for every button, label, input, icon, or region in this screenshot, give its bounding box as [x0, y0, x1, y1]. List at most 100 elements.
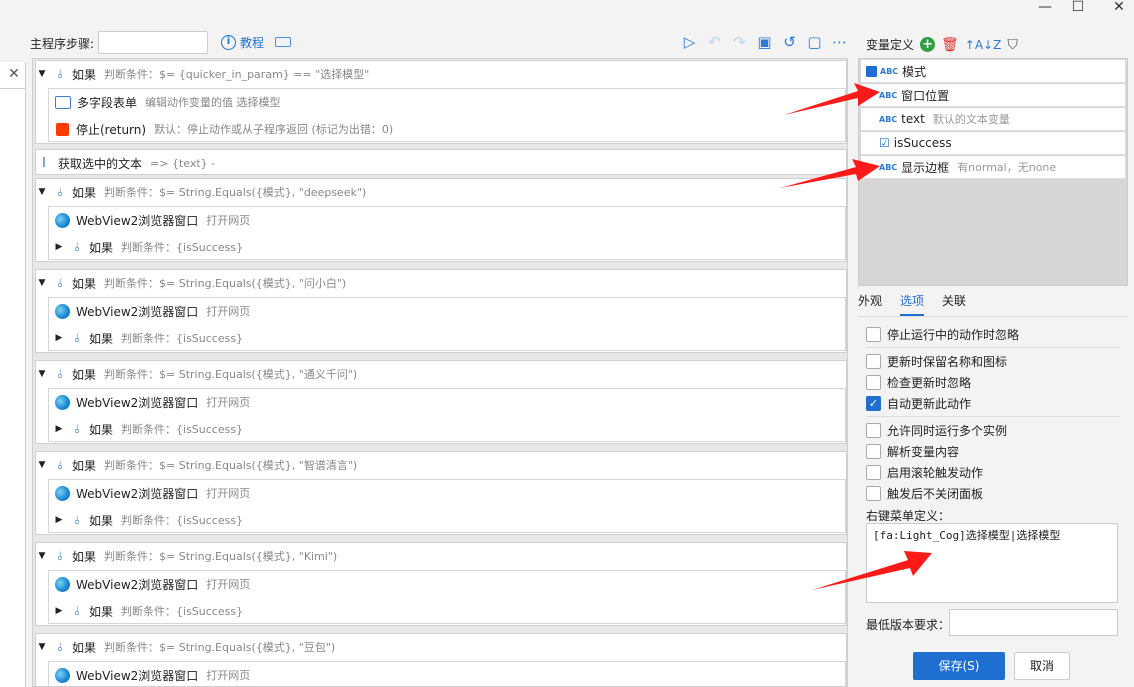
- collapse-icon[interactable]: ▼: [36, 369, 48, 379]
- child-step[interactable]: 多字段表单 编辑动作变量的值 选择模型: [49, 89, 281, 115]
- option-checkbox[interactable]: 启用滚轮触发动作: [866, 464, 983, 481]
- options-divider: [866, 416, 1120, 417]
- save-button[interactable]: 保存(S): [913, 652, 1005, 680]
- variable-row[interactable]: ABC text 默认的文本变量: [861, 108, 1125, 131]
- step-block[interactable]: ▼ ⫰ 如果 判断条件：$= String.Equals({模式}, "通义千问") W…: [35, 360, 847, 444]
- sort-icon[interactable]: ↑A↓Z: [965, 38, 1002, 52]
- collapse-icon[interactable]: ▼: [36, 187, 48, 197]
- history-icon[interactable]: ↺: [780, 33, 799, 52]
- child-step[interactable]: WebView2浏览器窗口 打开网页: [49, 480, 250, 506]
- maximize-button[interactable]: ☐: [1063, 0, 1093, 16]
- more-icon[interactable]: ⋯: [830, 33, 849, 52]
- child-step[interactable]: ▶ ⫰ 如果 判断条件：{isSuccess}: [49, 325, 244, 351]
- child-step[interactable]: WebView2浏览器窗口 打开网页: [49, 207, 250, 233]
- child-step[interactable]: ▶ ⫰ 如果 判断条件：{isSuccess}: [49, 507, 244, 533]
- step-keyword: WebView2浏览器窗口: [76, 304, 199, 319]
- variable-name: 窗口位置: [901, 88, 950, 103]
- collapse-icon[interactable]: ▼: [36, 642, 48, 652]
- cancel-button[interactable]: 取消: [1014, 652, 1070, 680]
- save-icon[interactable]: ▣: [755, 33, 774, 52]
- close-window-button[interactable]: ✕: [1104, 0, 1134, 16]
- step-block[interactable]: ▼ ⫰ 如果 判断条件：$= String.Equals({模式}, "智谱清言") W…: [35, 451, 847, 535]
- variable-row[interactable]: ABC 模式: [861, 60, 1125, 83]
- step-children: WebView2浏览器窗口 打开网页 ▶ ⫰ 如果 判断条件：{isSuccess}: [48, 206, 846, 260]
- tab-options[interactable]: 选项: [900, 292, 925, 316]
- step-keyword: 如果: [72, 367, 97, 382]
- step-header[interactable]: I 获取选中的文本 => {text} -: [36, 150, 215, 176]
- step-block[interactable]: ▼ ⫰ 如果 判断条件：$= String.Equals({模式}, "deepsee…: [35, 178, 847, 262]
- step-keyword: 如果: [89, 422, 114, 437]
- child-step[interactable]: WebView2浏览器窗口 打开网页: [49, 298, 250, 324]
- option-checkbox[interactable]: 触发后不关闭面板: [866, 485, 983, 502]
- collapse-icon[interactable]: ▼: [36, 278, 48, 288]
- step-header[interactable]: ▼ ⫰ 如果 判断条件：$= String.Equals({模式}, "豆包"): [36, 634, 336, 660]
- step-block[interactable]: ▼ ⫰ 如果 判断条件：$= String.Equals({模式}, "问小白") We…: [35, 269, 847, 353]
- type-text-icon: ABC: [880, 66, 899, 76]
- step-header[interactable]: ▼ ⫰ 如果 判断条件：$= String.Equals({模式}, "问小白"): [36, 270, 347, 296]
- collapse-icon[interactable]: ▼: [36, 69, 48, 79]
- step-block[interactable]: ▼ ⫰ 如果 判断条件：$= {quicker_in_param} == "选择模型"…: [35, 60, 847, 144]
- filter-icon[interactable]: ⛉: [1007, 37, 1018, 53]
- step-header[interactable]: ▼ ⫰ 如果 判断条件：$= {quicker_in_param} == "选择模型": [36, 61, 370, 87]
- child-step[interactable]: ▶ ⫰ 如果 判断条件：{isSuccess}: [49, 598, 244, 624]
- checkbox-icon[interactable]: [866, 423, 881, 438]
- expand-icon[interactable]: ▶: [53, 333, 65, 343]
- step-header[interactable]: ▼ ⫰ 如果 判断条件：$= String.Equals({模式}, "通义千问"): [36, 361, 358, 387]
- step-block[interactable]: ▼ ⫰ 如果 判断条件：$= String.Equals({模式}, "Kimi") W…: [35, 542, 847, 626]
- step-block[interactable]: I 获取选中的文本 => {text} -: [35, 149, 847, 175]
- child-step[interactable]: WebView2浏览器窗口 打开网页: [49, 571, 250, 597]
- step-header[interactable]: ▼ ⫰ 如果 判断条件：$= String.Equals({模式}, "智谱清言"): [36, 452, 358, 478]
- close-icon[interactable]: ✕: [4, 64, 24, 84]
- expand-icon[interactable]: ▶: [53, 424, 65, 434]
- variable-row[interactable]: ABC 窗口位置: [861, 84, 1125, 107]
- note-icon[interactable]: ▢: [805, 33, 824, 52]
- expand-icon[interactable]: ▶: [53, 242, 65, 252]
- tab-related[interactable]: 关联: [942, 292, 966, 316]
- checkbox-icon[interactable]: [866, 465, 881, 480]
- child-step[interactable]: ▶ ⫰ 如果 判断条件：{isSuccess}: [49, 234, 244, 260]
- child-step[interactable]: 停止(return) 默认：停止动作或从子程序返回 (标记为出错：0): [49, 116, 393, 142]
- add-variable-icon[interactable]: +: [920, 37, 936, 52]
- checkbox-icon[interactable]: [866, 327, 881, 342]
- option-checkbox[interactable]: 解析变量内容: [866, 443, 959, 460]
- checkbox-checked-icon[interactable]: ✓: [866, 396, 881, 411]
- child-step[interactable]: WebView2浏览器窗口 打开网页: [49, 389, 250, 415]
- option-checkbox[interactable]: 允许同时运行多个实例: [866, 422, 1007, 439]
- left-side-panel: ✕: [0, 62, 26, 687]
- variable-row[interactable]: ☑ isSuccess: [861, 132, 1125, 155]
- option-checkbox[interactable]: 停止运行中的动作时忽略: [866, 326, 1019, 343]
- redo-icon[interactable]: ↷: [730, 33, 749, 52]
- variable-row[interactable]: ABC 显示边框 有normal，无none: [861, 156, 1125, 179]
- expand-icon[interactable]: ▶: [53, 515, 65, 525]
- tutorial-link[interactable]: i 教程: [221, 34, 264, 51]
- step-header[interactable]: ▼ ⫰ 如果 判断条件：$= String.Equals({模式}, "deepsee…: [36, 179, 367, 205]
- context-menu-input[interactable]: [fa:Light_Cog]选择模型|选择模型: [866, 523, 1118, 603]
- child-step[interactable]: ▶ ⫰ 如果 判断条件：{isSuccess}: [49, 416, 244, 442]
- checkbox-icon[interactable]: [866, 486, 881, 501]
- step-condition: 判断条件：{isSuccess}: [121, 332, 244, 345]
- checkbox-icon[interactable]: [866, 444, 881, 459]
- expand-icon[interactable]: ▶: [53, 606, 65, 616]
- run-icon[interactable]: ▷: [680, 33, 699, 52]
- step-condition: 打开网页: [206, 669, 251, 682]
- collapse-icon[interactable]: ▼: [36, 460, 48, 470]
- step-condition: 判断条件：{isSuccess}: [121, 423, 244, 436]
- browser-icon: [55, 576, 70, 592]
- minimize-button[interactable]: —: [1030, 0, 1060, 16]
- min-version-input[interactable]: [949, 609, 1118, 636]
- tab-appearance[interactable]: 外观: [858, 292, 882, 316]
- keyboard-icon[interactable]: [275, 37, 291, 47]
- option-checkbox[interactable]: 检查更新时忽略: [866, 374, 971, 391]
- step-condition: 判断条件：{isSuccess}: [121, 605, 244, 618]
- checkbox-icon[interactable]: [866, 375, 881, 390]
- delete-variable-icon[interactable]: 🗑: [941, 37, 959, 53]
- undo-icon[interactable]: ↶: [705, 33, 724, 52]
- step-select[interactable]: [98, 31, 208, 54]
- option-checkbox[interactable]: 更新时保留名称和图标: [866, 353, 1007, 370]
- option-checkbox[interactable]: ✓ 自动更新此动作: [866, 395, 971, 412]
- step-block[interactable]: ▼ ⫰ 如果 判断条件：$= String.Equals({模式}, "豆包") Web…: [35, 633, 847, 686]
- collapse-icon[interactable]: ▼: [36, 551, 48, 561]
- step-header[interactable]: ▼ ⫰ 如果 判断条件：$= String.Equals({模式}, "Kimi"): [36, 543, 338, 569]
- checkbox-icon[interactable]: [866, 354, 881, 369]
- child-step[interactable]: WebView2浏览器窗口 打开网页: [49, 662, 251, 686]
